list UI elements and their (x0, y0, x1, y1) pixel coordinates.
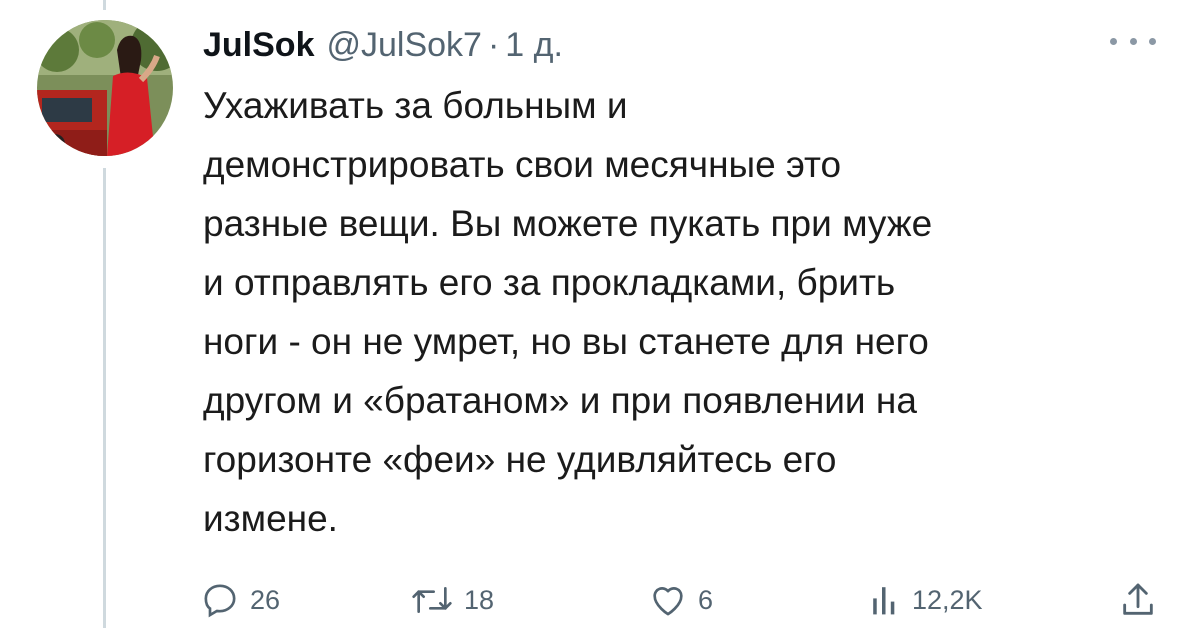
action-bar: 26 18 6 12,2K (200, 576, 1170, 624)
author-handle[interactable]: @JulSok7 (326, 26, 481, 65)
thread-line-top (103, 0, 106, 10)
tweet-header: JulSok @JulSok7 · 1 д. (203, 20, 563, 70)
tweet-text-line: Ухаживать за больным и (203, 85, 628, 126)
tweet-text-line: горизонте «феи» не удивляйтесь его (203, 439, 837, 480)
repost-button[interactable]: 18 (410, 576, 494, 624)
reply-icon (200, 580, 240, 620)
tweet-text-line: измене. (203, 498, 338, 539)
tweet-text-line: и отправлять его за прокладками, брить (203, 262, 896, 303)
author-name[interactable]: JulSok (203, 26, 314, 65)
tweet-text-line: демонстрировать свои месячные это (203, 144, 842, 185)
views-icon (870, 580, 902, 620)
repost-icon (410, 580, 454, 620)
tweet-text: Ухаживать за больным и демонстрировать с… (203, 76, 1163, 548)
views-button[interactable]: 12,2K (870, 576, 983, 624)
share-icon (1118, 580, 1158, 620)
thread-line-bottom (103, 168, 106, 628)
separator-dot: · (487, 25, 500, 64)
tweet-text-line: разные вещи. Вы можете пукать при муже (203, 203, 933, 244)
repost-count: 18 (464, 584, 495, 615)
views-count: 12,2K (912, 584, 983, 615)
share-button[interactable] (1118, 576, 1158, 624)
reply-count: 26 (250, 584, 281, 615)
like-icon (648, 580, 688, 620)
reply-button[interactable]: 26 (200, 576, 280, 624)
tweet-text-line: другом и «братаном» и при появлении на (203, 380, 917, 421)
like-button[interactable]: 6 (648, 576, 713, 624)
tweet-card[interactable]: JulSok @JulSok7 · 1 д. Ухаживать за боль… (0, 0, 1200, 628)
tweet-text-line: ноги - он не умрет, но вы станете для не… (203, 321, 929, 362)
avatar[interactable] (37, 20, 173, 156)
like-count: 6 (698, 584, 714, 615)
post-time[interactable]: 1 д. (505, 26, 563, 65)
more-options-icon[interactable] (1110, 34, 1156, 48)
